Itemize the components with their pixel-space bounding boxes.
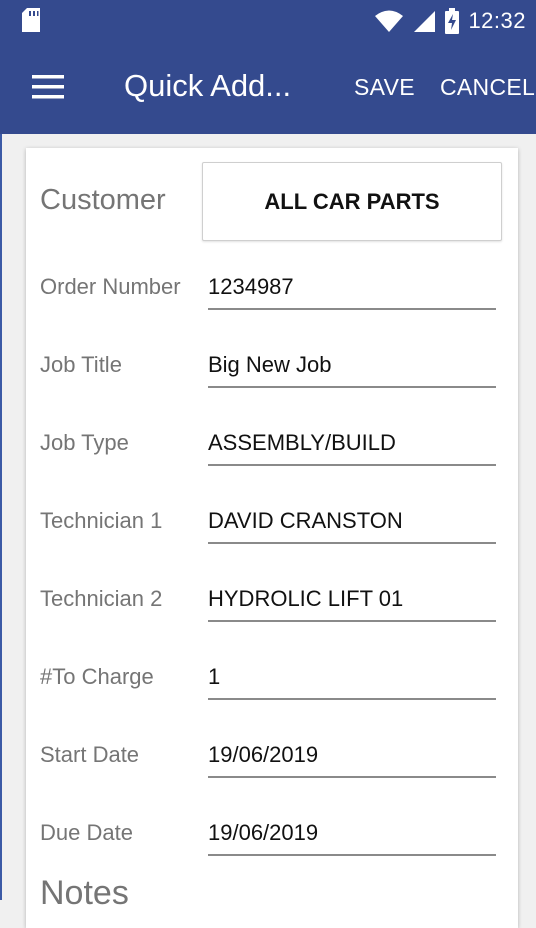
due-date-value: 19/06/2019 xyxy=(208,820,319,845)
app-bar: Quick Add... SAVE CANCEL xyxy=(0,42,536,134)
quick-add-form: Customer ALL CAR PARTS Order Number 1234… xyxy=(26,148,518,928)
cellular-signal-icon xyxy=(414,11,436,32)
cancel-button[interactable]: CANCEL xyxy=(440,70,535,104)
page-title: Quick Add... xyxy=(124,68,292,103)
technician-2-label: Technician 2 xyxy=(40,586,163,611)
battery-charging-icon xyxy=(445,8,460,34)
start-date-value: 19/06/2019 xyxy=(208,742,319,767)
technician-1-value: DAVID CRANSTON xyxy=(208,508,403,533)
job-type-row: Job Type ASSEMBLY/BUILD xyxy=(26,416,518,476)
status-icons: 12:32 xyxy=(374,6,526,36)
technician-1-field[interactable]: DAVID CRANSTON xyxy=(208,494,496,544)
sd-card-icon xyxy=(22,8,40,32)
to-charge-field[interactable]: 1 xyxy=(208,650,496,700)
customer-select-button[interactable]: ALL CAR PARTS xyxy=(202,162,502,241)
left-edge-divider xyxy=(0,134,2,900)
customer-label: Customer xyxy=(40,184,166,216)
order-number-field[interactable]: 1234987 xyxy=(208,260,496,310)
to-charge-label: #To Charge xyxy=(40,664,154,689)
to-charge-row: #To Charge 1 xyxy=(26,650,518,710)
start-date-label: Start Date xyxy=(40,742,140,767)
order-number-value: 1234987 xyxy=(208,274,294,299)
order-number-row: Order Number 1234987 xyxy=(26,260,518,320)
to-charge-value: 1 xyxy=(208,664,221,689)
order-number-label: Order Number xyxy=(40,274,181,299)
job-type-label: Job Type xyxy=(40,430,129,455)
start-date-field[interactable]: 19/06/2019 xyxy=(208,728,496,778)
job-title-value: Big New Job xyxy=(208,352,332,377)
job-type-value: ASSEMBLY/BUILD xyxy=(208,430,396,455)
due-date-label: Due Date xyxy=(40,820,133,845)
status-time: 12:32 xyxy=(468,8,526,33)
hamburger-menu-icon[interactable] xyxy=(30,72,66,102)
technician-1-label: Technician 1 xyxy=(40,508,163,533)
start-date-row: Start Date 19/06/2019 xyxy=(26,728,518,788)
job-title-field[interactable]: Big New Job xyxy=(208,338,496,388)
technician-2-field[interactable]: HYDROLIC LIFT 01 xyxy=(208,572,496,622)
save-button[interactable]: SAVE xyxy=(354,70,415,104)
job-type-field[interactable]: ASSEMBLY/BUILD xyxy=(208,416,496,466)
technician-2-row: Technician 2 HYDROLIC LIFT 01 xyxy=(26,572,518,632)
due-date-field[interactable]: 19/06/2019 xyxy=(208,806,496,856)
status-bar: 12:32 xyxy=(0,0,536,42)
notes-label: Notes xyxy=(40,874,129,912)
wifi-icon xyxy=(375,10,404,32)
technician-1-row: Technician 1 DAVID CRANSTON xyxy=(26,494,518,554)
technician-2-value: HYDROLIC LIFT 01 xyxy=(208,586,404,611)
job-title-row: Job Title Big New Job xyxy=(26,338,518,398)
job-title-label: Job Title xyxy=(40,352,122,377)
due-date-row: Due Date 19/06/2019 xyxy=(26,806,518,866)
